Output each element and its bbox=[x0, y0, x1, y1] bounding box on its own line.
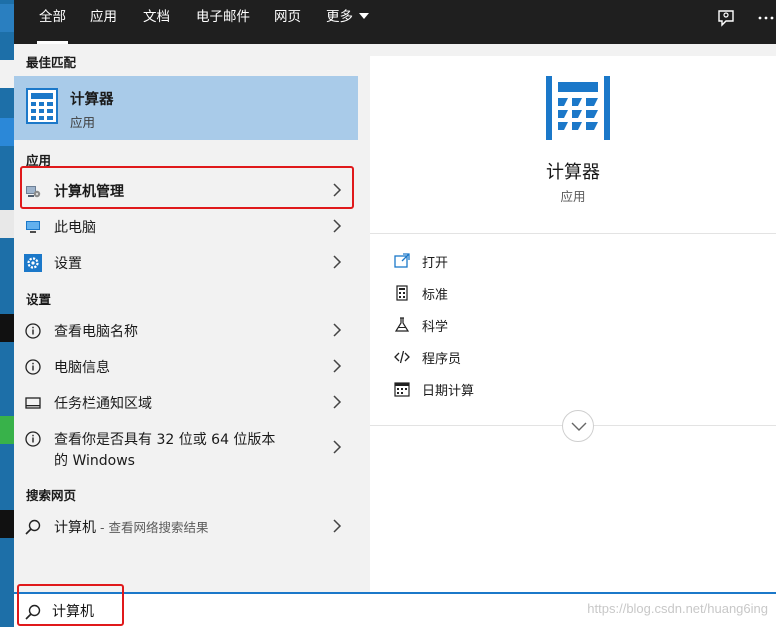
app-item-label: 此电脑 bbox=[54, 220, 96, 236]
tab-all[interactable]: 全部 bbox=[37, 0, 68, 44]
tab-apps[interactable]: 应用 bbox=[90, 0, 117, 44]
search-tab-bar: 全部 应用 文档 电子邮件 网页 更多 bbox=[14, 0, 776, 44]
flask-icon bbox=[394, 317, 410, 332]
info-icon bbox=[25, 431, 41, 447]
desktop-shortcut-icon[interactable] bbox=[0, 60, 14, 88]
action-label: 打开 bbox=[422, 256, 449, 271]
action-programmer[interactable]: 程序员 bbox=[394, 347, 694, 371]
best-match-name: 计算器 bbox=[70, 92, 114, 108]
feedback-icon[interactable] bbox=[716, 8, 736, 28]
setting-item-label: 查看电脑名称 bbox=[54, 324, 138, 340]
web-search-suffix: - 查看网络搜索结果 bbox=[96, 520, 209, 535]
settings-header: 设置 bbox=[26, 292, 52, 307]
action-label: 科学 bbox=[422, 320, 449, 335]
app-item-label: 设置 bbox=[54, 256, 82, 272]
action-standard[interactable]: 标准 bbox=[394, 283, 694, 307]
app-item-computer-management[interactable]: 计算机管理 bbox=[14, 172, 358, 208]
more-options-icon[interactable] bbox=[756, 8, 776, 28]
best-match-item[interactable]: 计算器 应用 bbox=[14, 76, 358, 140]
tab-web[interactable]: 网页 bbox=[274, 0, 301, 44]
setting-item-label: 电脑信息 bbox=[54, 360, 110, 376]
search-icon bbox=[25, 519, 41, 535]
tab-more-label: 更多 bbox=[326, 9, 353, 25]
action-date-calculation[interactable]: 日期计算 bbox=[394, 379, 694, 403]
desktop-shortcut-icon[interactable] bbox=[0, 118, 14, 146]
settings-gear-icon bbox=[24, 254, 42, 272]
desktop-shortcut-icon[interactable] bbox=[0, 210, 14, 238]
app-item-settings[interactable]: 设置 bbox=[14, 244, 358, 280]
chevron-right-icon bbox=[333, 359, 342, 373]
open-icon bbox=[394, 253, 410, 268]
setting-item-label-line1: 查看你是否具有 32 位或 64 位版本 bbox=[54, 432, 276, 448]
tab-more[interactable]: 更多 bbox=[326, 0, 369, 44]
app-title: 计算器 bbox=[546, 162, 600, 183]
desktop-shortcut-icon[interactable] bbox=[0, 4, 14, 32]
web-search-header: 搜索网页 bbox=[26, 488, 77, 503]
info-icon bbox=[25, 359, 41, 375]
setting-item-label-line2: 的 Windows bbox=[54, 453, 135, 469]
chevron-right-icon bbox=[333, 440, 342, 454]
action-label: 日期计算 bbox=[422, 384, 475, 399]
watermark: https://blog.csdn.net/huang6ing bbox=[587, 601, 768, 616]
action-label: 程序员 bbox=[422, 352, 462, 367]
code-icon bbox=[394, 350, 410, 364]
calculator-icon bbox=[26, 88, 58, 124]
setting-item-view-pc-name[interactable]: 查看电脑名称 bbox=[14, 312, 358, 348]
chevron-right-icon bbox=[333, 255, 342, 269]
app-type: 应用 bbox=[560, 189, 586, 204]
calculator-app-icon bbox=[546, 76, 610, 140]
best-match-type: 应用 bbox=[70, 115, 96, 130]
action-scientific[interactable]: 科学 bbox=[394, 315, 694, 339]
results-panel: 最佳匹配 计算器 应用 应用 计算机管理 此电脑 设置 设置 查看电脑名称 电脑… bbox=[14, 44, 358, 592]
chevron-right-icon bbox=[333, 519, 342, 533]
this-pc-icon bbox=[26, 221, 40, 233]
best-match-header: 最佳匹配 bbox=[26, 55, 77, 70]
chevron-down-icon bbox=[571, 422, 587, 431]
web-search-item[interactable]: 计算机 - 查看网络搜索结果 bbox=[14, 508, 358, 544]
app-item-this-pc[interactable]: 此电脑 bbox=[14, 208, 358, 244]
taskbar-icon bbox=[25, 397, 41, 409]
chevron-right-icon bbox=[333, 323, 342, 337]
app-item-label: 计算机管理 bbox=[54, 184, 124, 200]
desktop-strip bbox=[0, 0, 14, 627]
search-bar: https://blog.csdn.net/huang6ing bbox=[14, 592, 776, 627]
tab-documents[interactable]: 文档 bbox=[143, 0, 170, 44]
search-icon bbox=[25, 604, 41, 620]
info-icon bbox=[25, 323, 41, 339]
search-input[interactable] bbox=[52, 600, 452, 622]
expand-button[interactable] bbox=[562, 410, 594, 442]
web-search-query: 计算机 bbox=[54, 520, 96, 536]
details-panel: 计算器 应用 打开 标准 科学 程序员 日期计算 bbox=[370, 56, 776, 592]
desktop-shortcut-icon[interactable] bbox=[0, 314, 14, 342]
desktop-shortcut-icon[interactable] bbox=[0, 416, 14, 444]
apps-header: 应用 bbox=[26, 153, 52, 168]
computer-management-icon bbox=[26, 186, 41, 198]
tab-email[interactable]: 电子邮件 bbox=[196, 0, 250, 44]
chevron-right-icon bbox=[333, 219, 342, 233]
divider bbox=[370, 233, 776, 234]
web-search-label: 计算机 - 查看网络搜索结果 bbox=[54, 517, 208, 537]
setting-item-pc-info[interactable]: 电脑信息 bbox=[14, 348, 358, 384]
setting-item-windows-bitness[interactable]: 查看你是否具有 32 位或 64 位版本 的 Windows bbox=[14, 420, 358, 472]
chevron-right-icon bbox=[333, 395, 342, 409]
chevron-down-icon bbox=[359, 13, 369, 19]
setting-item-taskbar-notification[interactable]: 任务栏通知区域 bbox=[14, 384, 358, 420]
desktop-shortcut-icon[interactable] bbox=[0, 510, 14, 538]
calendar-icon bbox=[394, 382, 410, 397]
setting-item-label: 任务栏通知区域 bbox=[54, 396, 152, 412]
action-label: 标准 bbox=[422, 288, 449, 303]
standard-calculator-icon bbox=[396, 285, 408, 301]
chevron-right-icon bbox=[333, 183, 342, 197]
action-open[interactable]: 打开 bbox=[394, 251, 694, 275]
